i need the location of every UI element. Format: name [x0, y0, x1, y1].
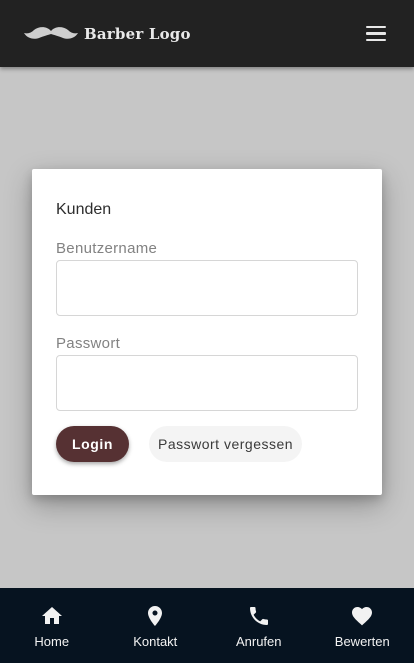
username-input[interactable] [56, 260, 358, 316]
phone-icon [249, 607, 268, 625]
password-label: Passwort [56, 335, 121, 352]
logo-text: Barber Logo [84, 24, 191, 43]
hamburger-menu-icon[interactable] [366, 22, 390, 46]
dialog-actions: Login Passwort vergessen [56, 426, 358, 462]
mustache-icon [24, 26, 78, 39]
nav-label-bewerten: Bewerten [334, 634, 390, 649]
menu-line [366, 32, 386, 35]
forgot-password-button[interactable]: Passwort vergessen [149, 426, 303, 462]
heart-icon [352, 607, 373, 626]
logo[interactable]: Barber Logo [24, 25, 191, 43]
nav-item-anrufen[interactable]: Anrufen [207, 588, 311, 663]
bottom-navigation: Home Kontakt Anrufen Bewerten [0, 588, 414, 663]
username-label: Benutzername [56, 240, 158, 257]
login-dialog: Kunden Benutzername Passwort Login Passw… [32, 169, 382, 495]
app-header: Barber Logo [0, 0, 414, 67]
password-input[interactable] [56, 355, 358, 411]
menu-line [366, 25, 386, 29]
nav-label-kontakt: Kontakt [133, 634, 178, 649]
nav-label-anrufen: Anrufen [235, 634, 282, 649]
location-pin-icon [148, 606, 163, 626]
dialog-title: Kunden [56, 201, 112, 218]
menu-line [366, 38, 386, 42]
nav-item-bewerten[interactable]: Bewerten [311, 588, 414, 663]
nav-label-home: Home [34, 634, 70, 649]
nav-item-home[interactable]: Home [0, 588, 104, 663]
home-icon [41, 607, 62, 624]
nav-item-kontakt[interactable]: Kontakt [104, 588, 208, 663]
login-button[interactable]: Login [56, 426, 129, 462]
